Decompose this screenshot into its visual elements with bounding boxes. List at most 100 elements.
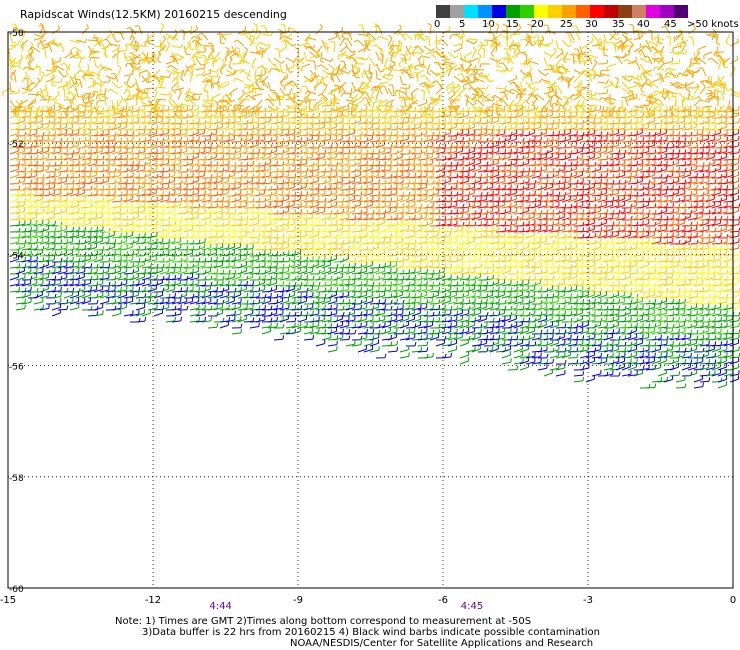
wind-barb [591,44,601,47]
wind-barb-flag [398,63,401,68]
wind-barb-flag [256,42,261,46]
wind-barb-flag [9,76,14,81]
wind-barb-flag [131,34,135,39]
wind-barb [27,75,33,85]
wind-barb-flag [234,166,236,171]
wind-barb-flag [342,124,344,129]
wind-barb-flag [618,112,620,117]
wind-barb-flag [444,161,447,167]
wind-barb [97,99,107,102]
wind-barb [357,39,365,47]
wind-barb-flag [42,166,44,171]
wind-barb [357,33,367,36]
wind-barb-flag [265,71,270,73]
wind-barb-flag [222,130,224,135]
wind-barb [255,25,258,35]
wind-barb-flag [134,78,138,83]
wind-barb-flag [702,161,705,167]
wind-barb-flag [450,161,453,166]
wind-barb [379,81,389,85]
wind-barb-flag [117,64,122,68]
wind-barb-flag [656,73,661,75]
wind-barb [157,103,167,107]
wind-barb-flag [324,167,327,172]
wind-barb [203,81,209,91]
wind-barb-flag [60,78,63,83]
wind-barb [471,49,477,59]
wind-barb [307,36,317,41]
wind-barb-flag [117,108,122,111]
wind-barb-flag [201,63,206,66]
wind-barb [123,98,133,101]
wind-barb-flag [492,166,494,171]
wind-barb-flag [672,130,674,135]
wind-barb-flag [438,118,441,124]
wind-barb-flag [516,112,518,117]
wind-barb [255,74,265,77]
wind-barb-flag [150,107,153,112]
wind-barb-flag [517,89,522,92]
wind-barb [585,40,594,47]
wind-barb-flag [171,88,175,93]
wind-barb-flag [546,112,548,117]
wind-barb-flag [44,43,49,45]
wind-barb [165,60,175,65]
wind-barb-flag [558,130,560,135]
wind-barb-flag [220,104,225,107]
wind-barb-flag [561,48,564,53]
wind-barb [339,105,342,115]
wind-barb-flag [185,64,189,69]
wind-barb-flag [642,112,644,117]
wind-barb-flag [66,113,69,118]
wind-barb-flag [312,113,315,118]
wind-barb-flag [220,42,225,45]
wind-barb-flag [497,58,502,63]
wind-barb-flag [331,41,336,44]
wind-barb-flag [479,63,482,68]
wind-barb [333,43,336,53]
wind-barb [399,75,404,85]
wind-barb-flag [102,112,104,117]
wind-barb-flag [538,79,542,84]
wind-barb [639,57,649,63]
wind-barb-flag [312,148,314,153]
wind-barb-flag [652,66,656,71]
wind-barb-flag [432,131,435,136]
wind-barb-flag [306,113,309,118]
wind-barb-flag [654,125,657,130]
wind-barb-flag [671,95,677,98]
wind-barb-flag [654,149,657,154]
wind-barb-flag [60,155,63,160]
wind-barb [99,85,102,95]
wind-barb-flag [253,23,258,26]
wind-barb [519,38,530,41]
wind-barb-flag [438,94,440,99]
wind-barb-flag [57,25,60,30]
wind-barb [621,87,630,94]
wind-barb-flag [666,35,671,38]
wind-barb-flag [473,99,478,103]
wind-barb [45,71,55,77]
wind-barb-flag [300,137,303,142]
wind-barb [87,39,98,42]
wind-barb [601,105,605,115]
wind-barb-flag [25,56,28,61]
wind-barb-flag [384,124,386,129]
wind-barb [477,91,480,101]
wind-barb [691,62,701,65]
wind-barb-flag [509,81,514,86]
wind-barb [42,25,47,35]
wind-barb-flag [125,89,130,92]
wind-barb-flag [503,47,508,50]
wind-barb-flag [726,142,728,147]
wind-barb [363,39,373,42]
wind-barb-flag [708,148,710,153]
wind-barb-flag [306,131,309,136]
wind-barb-flag [724,66,729,69]
wind-barb [153,45,163,48]
wind-barb-flag [330,101,333,106]
wind-barb [691,37,695,47]
wind-barb-flag [457,113,462,115]
wind-barb [349,87,353,97]
wind-barb-flag [156,148,158,153]
